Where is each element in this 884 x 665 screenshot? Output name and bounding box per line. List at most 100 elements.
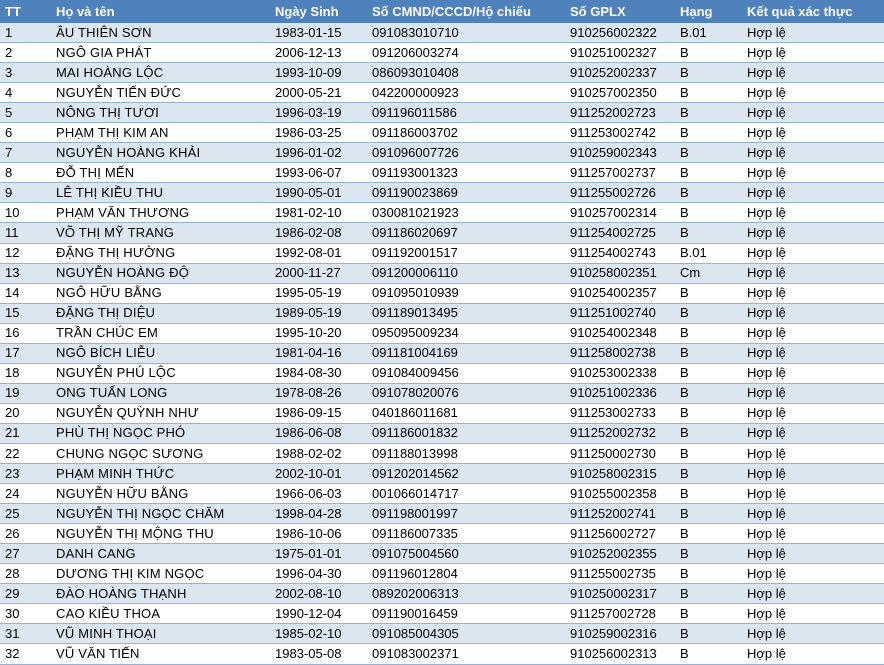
cell-birth-date: 1989-05-19: [270, 302, 367, 324]
cell-id-number: 091190016459: [367, 603, 565, 624]
cell-verification-result: Hợp lệ: [742, 282, 884, 304]
cell-license-number: 911252002732: [565, 422, 675, 444]
cell-license-number: 911254002743: [565, 242, 675, 264]
table-row: 30 CAO KIỀU THOA 1990-12-04 091190016459 911…: [0, 603, 884, 624]
cell-full-name: ĐẶNG THỊ HƯỜNG: [51, 242, 270, 264]
cell-full-name: NÔNG THỊ TƯƠI: [51, 102, 270, 123]
cell-license-class: B: [675, 382, 742, 404]
cell-tt: 31: [0, 623, 51, 644]
cell-license-class: B: [675, 62, 742, 83]
cell-id-number: 091186001832: [367, 422, 565, 444]
cell-license-number: 910255002358: [565, 483, 675, 504]
cell-verification-result: Hợp lệ: [742, 262, 884, 284]
cell-tt: 25: [0, 503, 51, 524]
cell-id-number: 091206003274: [367, 42, 565, 63]
table-row: 3 MAI HOÀNG LỘC 1993-10-09 086093010408 9102…: [0, 62, 884, 83]
cell-license-number: 910257002314: [565, 202, 675, 223]
cell-birth-date: 1996-04-30: [270, 563, 367, 584]
cell-verification-result: Hợp lệ: [742, 322, 884, 344]
cell-birth-date: 1993-10-09: [270, 62, 367, 83]
cell-birth-date: 1978-08-26: [270, 382, 367, 404]
cell-full-name: ĐÀO HOÀNG THẠNH: [51, 583, 270, 604]
cell-id-number: 030081021923: [367, 202, 565, 223]
cell-license-number: 910259002316: [565, 623, 675, 644]
cell-license-number: 911253002742: [565, 122, 675, 143]
cell-license-class: B: [675, 422, 742, 444]
cell-verification-result: Hợp lệ: [742, 623, 884, 644]
cell-tt: 3: [0, 62, 51, 83]
cell-full-name: NGUYỄN HỮU BẰNG: [51, 483, 270, 504]
cell-full-name: PHẠM VĂN THƯƠNG: [51, 202, 270, 223]
cell-full-name: CAO KIỀU THOA: [51, 603, 270, 624]
table-body: 1 ÂU THIÊN SƠN 1983-01-15 091083010710 91025…: [0, 21, 884, 665]
header-tt: TT: [0, 0, 51, 23]
cell-id-number: 091096007726: [367, 142, 565, 163]
cell-birth-date: 1990-05-01: [270, 182, 367, 203]
cell-verification-result: Hợp lệ: [742, 563, 884, 584]
table-row: 4 NGUYỄN TIẾN ĐỨC 2000-05-21 042200000923 91…: [0, 82, 884, 103]
cell-license-number: 910259002343: [565, 142, 675, 163]
cell-license-number: 910250002317: [565, 583, 675, 604]
cell-verification-result: Hợp lệ: [742, 442, 884, 464]
table-row: 9 LÊ THỊ KIỀU THU 1990-05-01 091190023869 91…: [0, 182, 884, 203]
cell-tt: 26: [0, 523, 51, 544]
cell-license-class: B: [675, 222, 742, 244]
cell-license-class: B: [675, 523, 742, 544]
cell-birth-date: 1996-03-19: [270, 102, 367, 123]
cell-tt: 13: [0, 262, 51, 284]
cell-id-number: 040186011681: [367, 402, 565, 424]
cell-verification-result: Hợp lệ: [742, 182, 884, 203]
cell-verification-result: Hợp lệ: [742, 62, 884, 83]
cell-tt: 4: [0, 82, 51, 103]
cell-birth-date: 1990-12-04: [270, 603, 367, 624]
cell-tt: 18: [0, 362, 51, 384]
cell-id-number: 091186007335: [367, 523, 565, 544]
cell-tt: 15: [0, 302, 51, 324]
table-row: 31 VŨ MINH THOẠI 1985-02-10 091085004305 910…: [0, 623, 884, 644]
cell-birth-date: 1985-02-10: [270, 623, 367, 644]
cell-id-number: 091198001997: [367, 503, 565, 524]
header-id-number: Số CMND/CCCD/Hộ chiếu: [367, 0, 565, 23]
cell-id-number: 091188013998: [367, 442, 565, 464]
cell-id-number: 091193001323: [367, 162, 565, 183]
cell-full-name: MAI HOÀNG LỘC: [51, 62, 270, 83]
cell-verification-result: Hợp lệ: [742, 362, 884, 384]
cell-license-number: 910251002336: [565, 382, 675, 404]
cell-id-number: 042200000923: [367, 82, 565, 103]
cell-license-number: 910258002315: [565, 463, 675, 484]
cell-birth-date: 1992-08-01: [270, 242, 367, 264]
cell-birth-date: 2002-10-01: [270, 463, 367, 484]
cell-tt: 17: [0, 342, 51, 364]
table-row: 28 DƯƠNG THỊ KIM NGỌC 1996-04-30 0911960128…: [0, 563, 884, 584]
cell-full-name: NGÔ GIA PHÁT: [51, 42, 270, 63]
cell-verification-result: Hợp lệ: [742, 102, 884, 123]
cell-birth-date: 1995-10-20: [270, 322, 367, 344]
cell-tt: 8: [0, 162, 51, 183]
table-row: 1 ÂU THIÊN SƠN 1983-01-15 091083010710 91025…: [0, 21, 884, 43]
cell-birth-date: 1998-04-28: [270, 503, 367, 524]
cell-id-number: 091075004560: [367, 543, 565, 564]
cell-id-number: 091196012804: [367, 563, 565, 584]
table-row: 24 NGUYỄN HỮU BẰNG 1966-06-03 001066014717 9…: [0, 483, 884, 504]
cell-id-number: 091085004305: [367, 623, 565, 644]
cell-license-number: 910251002327: [565, 42, 675, 63]
cell-birth-date: 1988-02-02: [270, 442, 367, 464]
cell-license-class: B: [675, 42, 742, 63]
cell-license-number: 910256002322: [565, 21, 675, 43]
cell-license-class: B: [675, 182, 742, 203]
cell-license-number: 911251002740: [565, 302, 675, 324]
cell-birth-date: 2006-12-13: [270, 42, 367, 63]
cell-full-name: NGUYỄN PHÚ LỘC: [51, 362, 270, 384]
cell-license-class: Cm: [675, 262, 742, 284]
cell-full-name: NGUYỄN QUỲNH NHƯ: [51, 402, 270, 424]
table-row: 8 ĐỖ THỊ MẾN 1993-06-07 091193001323 9112570…: [0, 162, 884, 183]
table-row: 21 PHÙ THỊ NGỌC PHÓ 1986-06-08 091186001832…: [0, 422, 884, 444]
cell-verification-result: Hợp lệ: [742, 603, 884, 624]
cell-tt: 19: [0, 382, 51, 404]
cell-verification-result: Hợp lệ: [742, 122, 884, 143]
cell-full-name: NGUYỄN TIẾN ĐỨC: [51, 82, 270, 103]
cell-verification-result: Hợp lệ: [742, 523, 884, 544]
table-row: 32 VŨ VĂN TIẾN 1983-05-08 091083002371 91025…: [0, 643, 884, 665]
cell-license-class: B: [675, 102, 742, 123]
cell-license-class: B: [675, 583, 742, 604]
